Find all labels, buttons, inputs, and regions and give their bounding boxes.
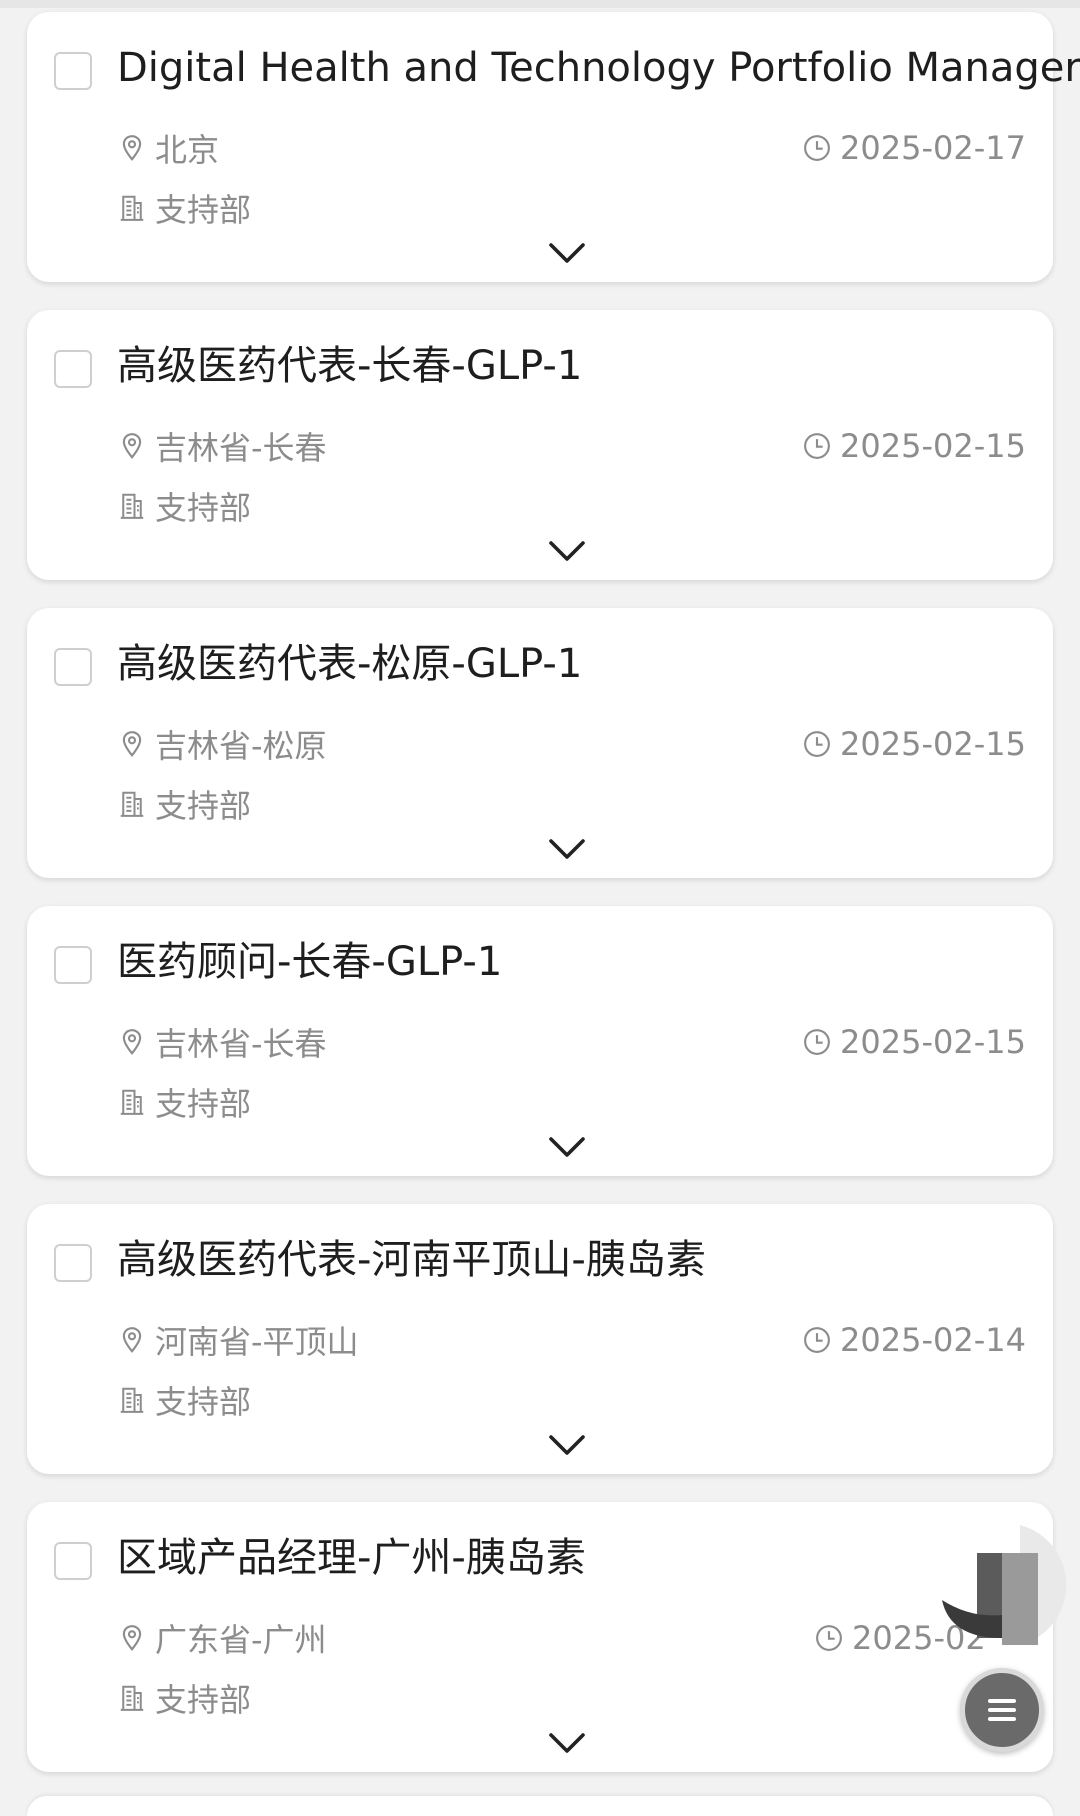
job-department: 支持部 xyxy=(117,1380,252,1421)
date-text: 2025-02-15 xyxy=(840,1023,1026,1061)
job-date: 2025-02-15 xyxy=(802,1022,1026,1062)
location-pin-icon xyxy=(117,1623,147,1653)
job-department: 支持部 xyxy=(117,1082,252,1123)
job-department: 支持部 xyxy=(117,1678,252,1719)
date-text: 2025-02-15 xyxy=(840,427,1026,465)
location-text: 吉林省-长春 xyxy=(155,1025,327,1063)
job-date: 2025-02-15 xyxy=(802,426,1026,466)
clock-icon xyxy=(802,133,832,163)
location-pin-icon xyxy=(117,133,147,163)
select-checkbox[interactable] xyxy=(54,1542,92,1580)
location-text: 北京 xyxy=(155,131,220,169)
job-card[interactable]: Digital Health and Technology Portfolio … xyxy=(27,12,1080,282)
building-icon xyxy=(117,193,147,223)
building-icon xyxy=(117,491,147,521)
job-department: 支持部 xyxy=(117,784,252,825)
job-title[interactable]: 高级医药代表-松原-GLP-1 xyxy=(117,638,1037,690)
job-location: 吉林省-长春 xyxy=(117,426,327,467)
job-card[interactable]: 区域产品经理-广州-胰岛素 广东省-广州 2025-02 支持部 xyxy=(27,1502,1053,1772)
clock-icon xyxy=(802,1027,832,1057)
location-text: 河南省-平顶山 xyxy=(155,1323,359,1361)
chevron-down-icon[interactable] xyxy=(547,537,587,565)
job-date: 2025-02-15 xyxy=(802,724,1026,764)
location-text: 吉林省-松原 xyxy=(155,727,327,765)
building-icon xyxy=(117,1087,147,1117)
chevron-down-icon[interactable] xyxy=(547,1431,587,1459)
job-title[interactable]: 医药顾问-长春-GLP-1 xyxy=(117,936,1037,988)
department-text: 支持部 xyxy=(155,787,252,825)
job-card[interactable]: 医药顾问-长春-GLP-1 吉林省-长春 2025-02-15 支持部 xyxy=(27,906,1053,1176)
top-strip xyxy=(0,0,1080,8)
job-title[interactable]: Digital Health and Technology Portfolio … xyxy=(117,42,1080,94)
department-text: 支持部 xyxy=(155,1383,252,1421)
job-department: 支持部 xyxy=(117,188,252,229)
chevron-down-icon[interactable] xyxy=(547,1729,587,1757)
job-location: 河南省-平顶山 xyxy=(117,1320,359,1361)
job-department: 支持部 xyxy=(117,486,252,527)
job-location: 广东省-广州 xyxy=(117,1618,327,1659)
location-pin-icon xyxy=(117,729,147,759)
date-text: 2025-02-15 xyxy=(840,725,1026,763)
job-title[interactable]: 区域产品经理-广州-胰岛素 xyxy=(117,1532,1037,1584)
floating-overlay-icon[interactable] xyxy=(940,1520,1080,1650)
building-icon xyxy=(117,789,147,819)
clock-icon xyxy=(814,1623,844,1653)
department-text: 支持部 xyxy=(155,489,252,527)
building-icon xyxy=(117,1385,147,1415)
clock-icon xyxy=(802,431,832,461)
location-pin-icon xyxy=(117,431,147,461)
job-card[interactable]: 高级医药代表-河南平顶山-胰岛素 河南省-平顶山 2025-02-14 支持部 xyxy=(27,1204,1053,1474)
location-pin-icon xyxy=(117,1325,147,1355)
floating-menu-button[interactable] xyxy=(960,1668,1044,1752)
select-checkbox[interactable] xyxy=(54,648,92,686)
select-checkbox[interactable] xyxy=(54,1244,92,1282)
menu-icon xyxy=(982,1690,1022,1730)
job-location: 吉林省-松原 xyxy=(117,724,327,765)
date-text: 2025-02-17 xyxy=(840,129,1026,167)
chevron-down-icon[interactable] xyxy=(547,1133,587,1161)
select-checkbox[interactable] xyxy=(54,52,92,90)
location-pin-icon xyxy=(117,1027,147,1057)
building-icon xyxy=(117,1683,147,1713)
job-card[interactable]: 高级医药代表-长春-GLP-1 吉林省-长春 2025-02-15 支持部 xyxy=(27,310,1053,580)
department-text: 支持部 xyxy=(155,1681,252,1719)
select-checkbox[interactable] xyxy=(54,946,92,984)
clock-icon xyxy=(802,729,832,759)
department-text: 支持部 xyxy=(155,1085,252,1123)
location-text: 吉林省-长春 xyxy=(155,429,327,467)
clock-icon xyxy=(802,1325,832,1355)
job-date: 2025-02-17 xyxy=(802,128,1026,168)
select-checkbox[interactable] xyxy=(54,350,92,388)
date-text: 2025-02-14 xyxy=(840,1321,1026,1359)
department-text: 支持部 xyxy=(155,191,252,229)
job-location: 北京 xyxy=(117,128,220,169)
job-card[interactable]: 高级医药代表-松原-GLP-1 吉林省-松原 2025-02-15 支持部 xyxy=(27,608,1053,878)
job-title[interactable]: 高级医药代表-河南平顶山-胰岛素 xyxy=(117,1234,1037,1286)
next-card-edge xyxy=(27,1796,1053,1816)
job-location: 吉林省-长春 xyxy=(117,1022,327,1063)
chevron-down-icon[interactable] xyxy=(547,835,587,863)
job-date: 2025-02-14 xyxy=(802,1320,1026,1360)
chevron-down-icon[interactable] xyxy=(547,239,587,267)
location-text: 广东省-广州 xyxy=(155,1621,327,1659)
job-title[interactable]: 高级医药代表-长春-GLP-1 xyxy=(117,340,1037,392)
